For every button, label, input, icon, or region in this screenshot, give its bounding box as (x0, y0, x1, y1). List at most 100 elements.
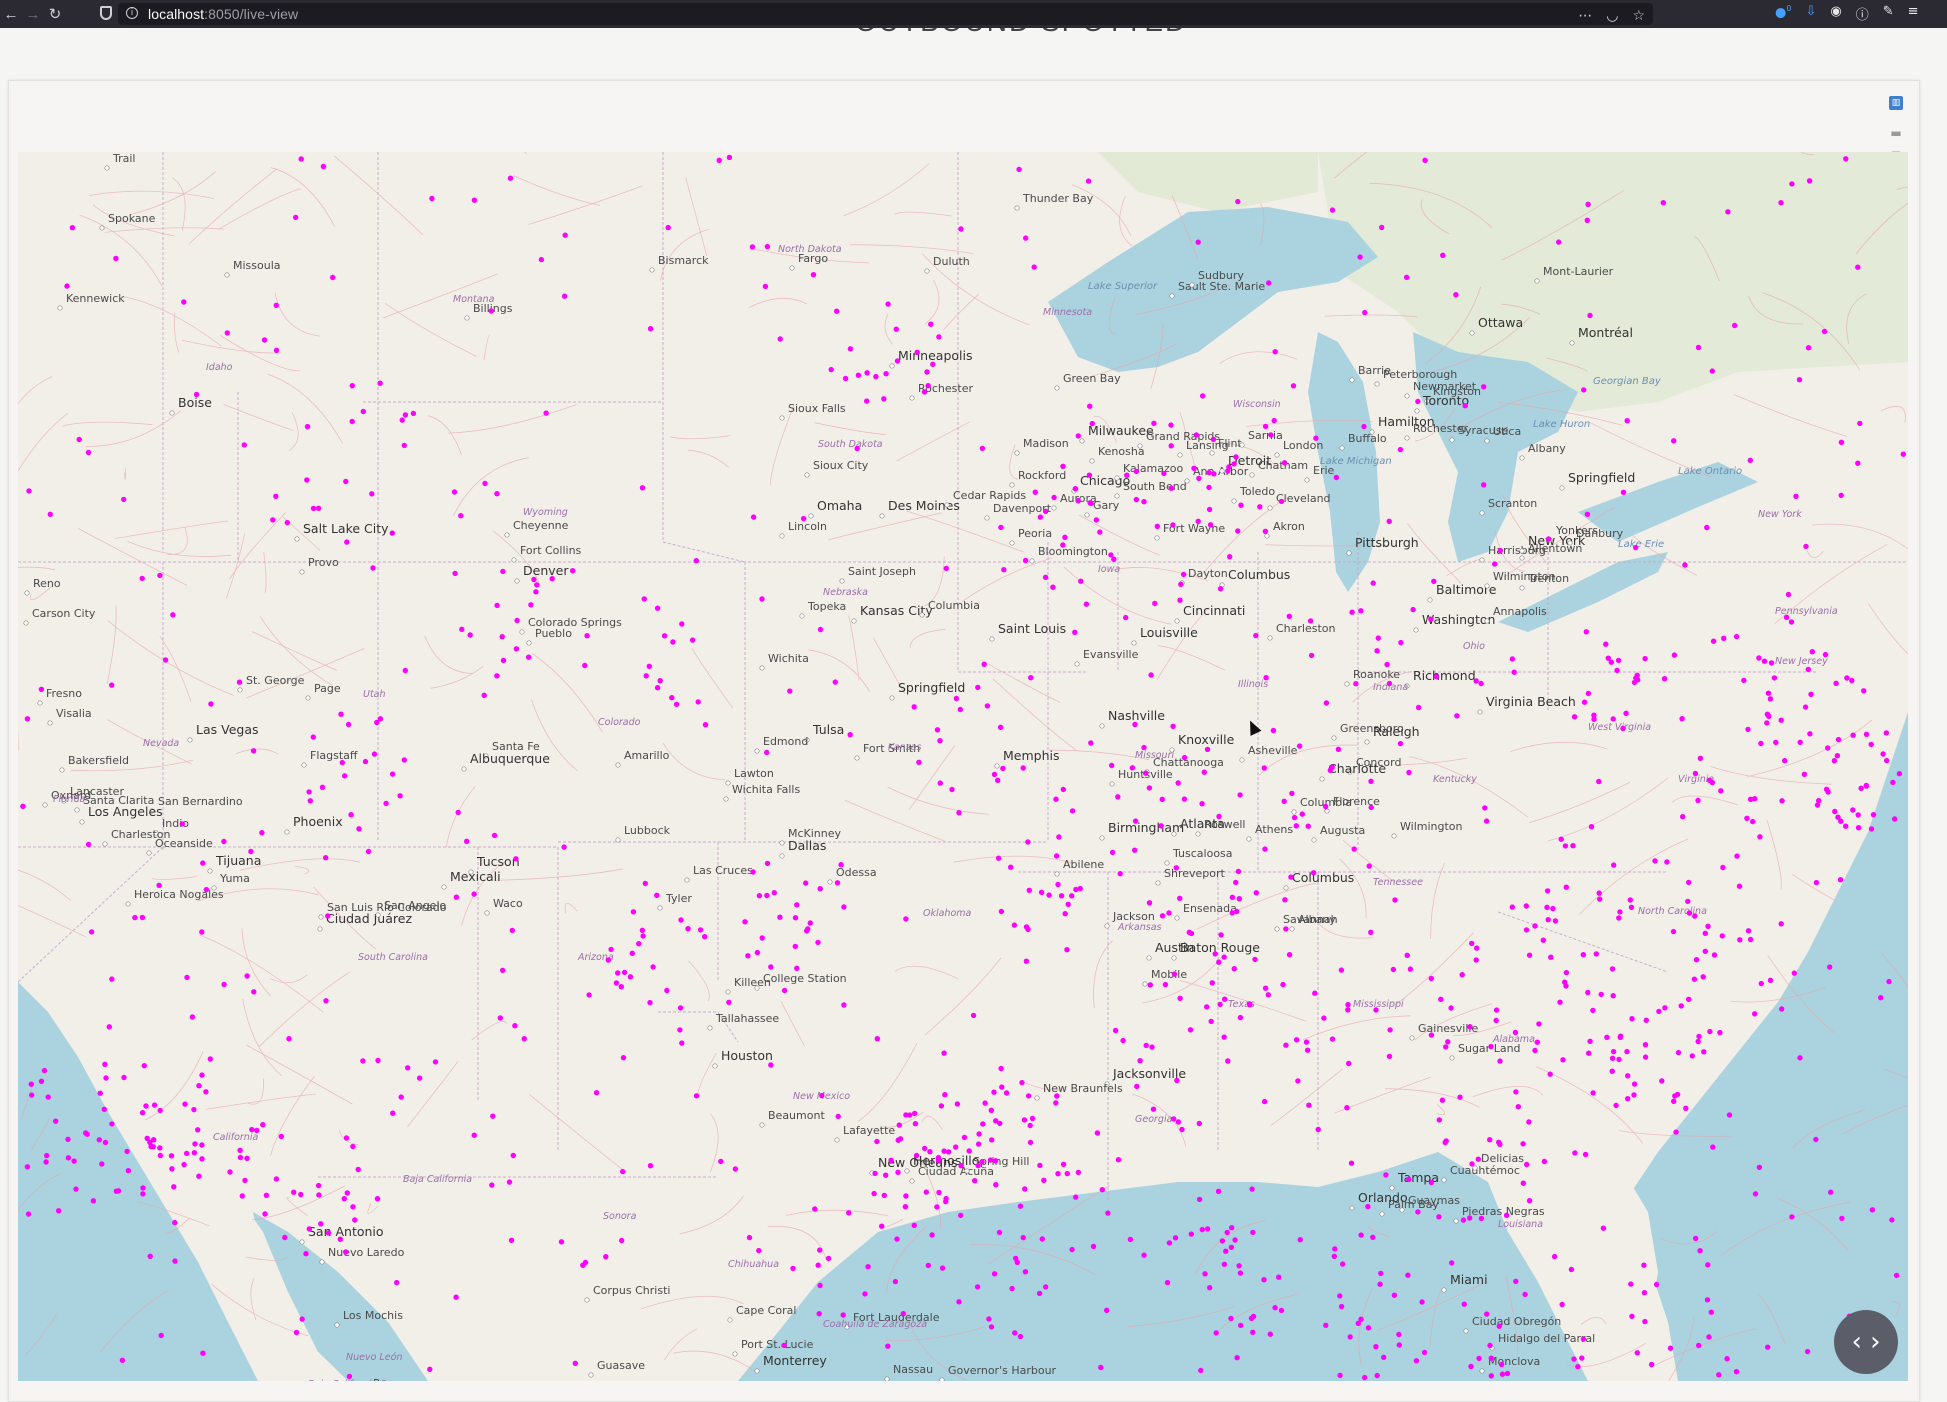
spot-point[interactable] (1022, 1186, 1028, 1192)
spot-point[interactable] (1515, 1104, 1522, 1110)
spot-point[interactable] (1415, 1209, 1421, 1215)
spot-point[interactable] (883, 371, 889, 377)
spot-point[interactable] (182, 1101, 188, 1107)
spot-point[interactable] (509, 927, 515, 934)
spot-point[interactable] (1483, 818, 1490, 824)
spot-point[interactable] (1013, 1255, 1019, 1262)
spot-point[interactable] (1025, 839, 1031, 845)
spot-point[interactable] (1405, 1272, 1411, 1278)
spot-point[interactable] (1679, 716, 1685, 722)
spot-point[interactable] (1236, 1263, 1242, 1269)
spot-point[interactable] (1060, 542, 1066, 548)
spot-point[interactable] (1154, 523, 1161, 529)
spot-point[interactable] (85, 841, 92, 848)
spot-point[interactable] (298, 156, 304, 162)
spot-point[interactable] (365, 848, 372, 855)
spot-point[interactable] (1365, 1325, 1372, 1331)
spot-point[interactable] (1642, 1042, 1649, 1048)
ellipsis-icon[interactable]: ⋯ (1578, 8, 1592, 24)
spot-point[interactable] (1469, 940, 1475, 947)
spot-point[interactable] (1488, 1355, 1495, 1361)
spot-point[interactable] (344, 1190, 350, 1196)
spot-point[interactable] (1736, 883, 1743, 889)
spot-point[interactable] (1373, 1344, 1379, 1350)
spot-point[interactable] (1022, 1269, 1029, 1275)
spot-point[interactable] (1391, 1292, 1398, 1298)
spot-point[interactable] (745, 953, 751, 959)
spot-point[interactable] (452, 570, 458, 577)
spot-point[interactable] (816, 1311, 822, 1317)
spot-point[interactable] (1604, 1034, 1610, 1040)
spot-point[interactable] (1149, 1044, 1155, 1050)
spot-point[interactable] (930, 361, 936, 367)
spot-point[interactable] (1026, 887, 1032, 893)
spot-point[interactable] (1210, 436, 1217, 442)
spot-point[interactable] (1468, 1363, 1474, 1370)
spot-point[interactable] (1347, 1334, 1353, 1340)
spot-point[interactable] (1379, 224, 1385, 231)
spot-point[interactable] (1615, 657, 1622, 664)
spot-point[interactable] (1072, 486, 1079, 492)
spot-point[interactable] (181, 1161, 187, 1168)
spot-point[interactable] (895, 1169, 901, 1175)
spot-point[interactable] (677, 1027, 683, 1033)
spot-point[interactable] (1512, 1029, 1519, 1036)
spot-point[interactable] (716, 157, 722, 163)
spot-point[interactable] (642, 880, 648, 887)
spot-point[interactable] (954, 1101, 961, 1107)
spot-point[interactable] (1272, 349, 1278, 355)
spot-point[interactable] (1120, 1037, 1126, 1044)
spot-point[interactable] (1293, 823, 1300, 829)
spot-point[interactable] (1583, 629, 1590, 635)
spot-point[interactable] (500, 967, 506, 973)
spot-point[interactable] (874, 1138, 880, 1145)
spot-point[interactable] (750, 869, 756, 875)
spot-point[interactable] (1177, 597, 1183, 603)
spot-point[interactable] (1863, 731, 1870, 737)
spot-point[interactable] (1337, 1293, 1343, 1299)
spot-point[interactable] (1159, 796, 1166, 802)
spot-point[interactable] (1105, 1210, 1111, 1216)
spot-point[interactable] (1744, 815, 1750, 821)
spot-point[interactable] (800, 515, 807, 522)
spot-point[interactable] (1168, 485, 1175, 491)
spot-point[interactable] (538, 256, 545, 263)
spot-point[interactable] (1349, 609, 1355, 615)
spot-point[interactable] (1332, 1246, 1338, 1252)
spot-point[interactable] (1741, 677, 1747, 684)
pen-icon[interactable]: ✎ (1883, 4, 1894, 23)
spot-point[interactable] (1196, 1196, 1203, 1203)
spot-point[interactable] (970, 1012, 977, 1019)
spot-point[interactable] (141, 1063, 147, 1069)
spot-point[interactable] (815, 1262, 821, 1268)
spot-point[interactable] (1482, 805, 1488, 811)
spot-point[interactable] (1276, 1274, 1282, 1280)
spot-point[interactable] (399, 417, 405, 423)
spot-point[interactable] (1058, 893, 1065, 899)
spot-point[interactable] (221, 981, 227, 988)
spot-point[interactable] (168, 1153, 175, 1159)
spot-point[interactable] (374, 1196, 381, 1202)
spot-point[interactable] (953, 695, 960, 702)
spot-point[interactable] (345, 721, 352, 728)
spot-point[interactable] (1075, 498, 1081, 504)
spot-point[interactable] (1608, 659, 1615, 665)
spot-point[interactable] (346, 1373, 353, 1380)
spot-point[interactable] (1752, 1191, 1759, 1197)
spot-point[interactable] (121, 1074, 127, 1081)
spot-point[interactable] (1069, 808, 1076, 814)
spot-point[interactable] (991, 1271, 998, 1277)
spot-point[interactable] (1590, 1007, 1596, 1014)
spot-point[interactable] (1171, 971, 1178, 977)
spot-point[interactable] (1825, 789, 1831, 795)
spot-point[interactable] (193, 391, 200, 398)
spot-point[interactable] (1036, 1290, 1043, 1297)
spot-point[interactable] (1544, 888, 1551, 894)
spot-point[interactable] (764, 860, 771, 867)
spot-point[interactable] (273, 493, 279, 499)
spot-point[interactable] (1850, 807, 1856, 813)
forward-icon[interactable]: → (22, 0, 44, 28)
spot-point[interactable] (903, 1193, 909, 1199)
spot-point[interactable] (1642, 655, 1648, 662)
spot-point[interactable] (1680, 814, 1686, 820)
